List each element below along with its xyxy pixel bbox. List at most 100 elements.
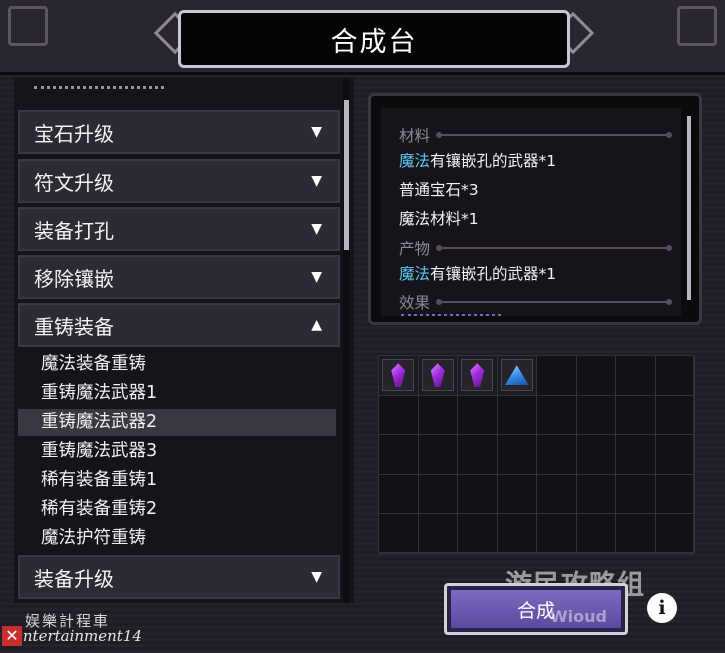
material-line-2: 普通宝石*3 <box>399 181 479 199</box>
category-label: 装备打孔 <box>34 218 114 243</box>
effect-header: 效果 <box>399 294 431 312</box>
item-frame <box>500 359 533 392</box>
recipe-item[interactable]: 魔法护符重铸 <box>18 525 336 552</box>
grid-slot[interactable] <box>655 395 695 436</box>
grid-slot[interactable] <box>616 514 656 554</box>
grid-slot[interactable] <box>497 514 537 554</box>
grid-slot[interactable] <box>379 514 419 554</box>
ingredient-grid <box>378 355 695 554</box>
grid-slot[interactable] <box>576 474 616 515</box>
item-frame <box>421 359 454 392</box>
grid-slot[interactable] <box>458 395 498 436</box>
grid-slot[interactable] <box>537 474 577 515</box>
purple-gem-icon <box>391 363 406 388</box>
category-label: 装备升级 <box>34 566 114 591</box>
grid-slot[interactable] <box>458 356 498 396</box>
grid-slot[interactable] <box>497 395 537 436</box>
grid-slot[interactable] <box>655 474 695 515</box>
category-reforge-equipment[interactable]: 重铸装备 ▲ <box>18 303 340 347</box>
grid-slot[interactable] <box>418 435 458 475</box>
grid-slot[interactable] <box>458 435 498 475</box>
chevron-up-icon: ▲ <box>311 317 322 333</box>
grid-slot[interactable] <box>497 474 537 515</box>
grid-slot[interactable] <box>497 435 537 475</box>
grid-slot[interactable] <box>537 514 577 554</box>
purple-gem-icon <box>430 363 445 388</box>
grid-slot[interactable] <box>616 356 656 396</box>
close-icon[interactable]: ✕ <box>2 626 22 646</box>
grid-slot[interactable] <box>458 474 498 515</box>
materials-section-header: 材料 <box>399 124 673 146</box>
grid-slot[interactable] <box>616 474 656 515</box>
watermark-subtext: Wioud <box>550 607 607 626</box>
details-scroll-thumb[interactable] <box>687 116 691 300</box>
grid-slot[interactable] <box>418 395 458 436</box>
section-divider <box>436 299 673 305</box>
credit-en: entertainment14 <box>14 627 142 645</box>
title-bar: 合成台 <box>178 10 570 68</box>
category-rune-upgrade[interactable]: 符文升级 ▼ <box>18 159 340 203</box>
grid-slot[interactable] <box>576 356 616 396</box>
clipped-text-below <box>401 314 501 316</box>
grid-slot[interactable] <box>537 435 577 475</box>
grid-slot[interactable] <box>655 435 695 475</box>
recipe-details-content[interactable]: 材料 魔法有镶嵌孔的武器*1 普通宝石*3 魔法材料*1 产物 魔法有镶嵌孔的武… <box>381 108 681 316</box>
grid-slot[interactable] <box>418 514 458 554</box>
category-equipment-upgrade[interactable]: 装备升级 ▼ <box>18 555 340 599</box>
grid-slot[interactable] <box>655 514 695 554</box>
product-line-1: 魔法有镶嵌孔的武器*1 <box>399 262 556 284</box>
grid-slot[interactable] <box>576 514 616 554</box>
grid-slot[interactable] <box>497 356 537 396</box>
grid-slot[interactable] <box>379 356 419 396</box>
material-text: 有镶嵌孔的武器*1 <box>430 152 557 170</box>
category-label: 重铸装备 <box>34 314 114 339</box>
recipe-item[interactable]: 稀有装备重铸2 <box>18 496 336 523</box>
right-corner-ornament <box>677 6 717 46</box>
section-divider <box>436 132 673 138</box>
grid-slot[interactable] <box>379 474 419 515</box>
chevron-down-icon: ▼ <box>311 173 322 189</box>
recipe-item[interactable]: 重铸魔法武器1 <box>18 380 336 407</box>
chevron-down-icon: ▼ <box>311 124 322 140</box>
category-label: 宝石升级 <box>34 121 114 146</box>
recipe-details-panel: 材料 魔法有镶嵌孔的武器*1 普通宝石*3 魔法材料*1 产物 魔法有镶嵌孔的武… <box>368 93 702 325</box>
recipe-list-panel[interactable]: 宝石升级 ▼ 符文升级 ▼ 装备打孔 ▼ 移除镶嵌 ▼ 重铸装备 ▲ 魔法装备重… <box>14 78 354 603</box>
item-frame <box>382 359 415 392</box>
chevron-down-icon: ▼ <box>311 221 322 237</box>
clipped-text-above <box>411 108 531 113</box>
effect-section-header: 效果 <box>399 291 673 313</box>
category-label: 移除镶嵌 <box>34 266 114 291</box>
recipe-list-scroll-thumb[interactable] <box>344 100 349 250</box>
materials-header: 材料 <box>399 127 431 145</box>
grid-slot[interactable] <box>616 395 656 436</box>
item-frame <box>461 359 494 392</box>
grid-slot[interactable] <box>379 435 419 475</box>
grid-slot[interactable] <box>576 395 616 436</box>
grid-slot[interactable] <box>576 435 616 475</box>
category-remove-inlay[interactable]: 移除镶嵌 ▼ <box>18 255 340 299</box>
grid-slot[interactable] <box>655 356 695 396</box>
grid-slot[interactable] <box>616 435 656 475</box>
recipe-item[interactable]: 稀有装备重铸1 <box>18 467 336 494</box>
category-label: 符文升级 <box>34 170 114 195</box>
grid-slot[interactable] <box>537 395 577 436</box>
left-corner-ornament <box>8 6 48 46</box>
clipped-item-above <box>34 86 164 95</box>
info-icon[interactable]: i <box>647 593 677 623</box>
grid-slot[interactable] <box>458 514 498 554</box>
material-line-1: 魔法有镶嵌孔的武器*1 <box>399 149 556 171</box>
material-line-3: 魔法材料*1 <box>399 210 479 228</box>
purple-gem-icon <box>470 363 485 388</box>
recipe-item[interactable]: 重铸魔法武器3 <box>18 438 336 465</box>
recipe-item-selected[interactable]: 重铸魔法武器2 <box>18 409 336 436</box>
category-gem-upgrade[interactable]: 宝石升级 ▼ <box>18 110 340 154</box>
recipe-item[interactable]: 魔法装备重铸 <box>18 351 336 378</box>
category-socket-equipment[interactable]: 装备打孔 ▼ <box>18 207 340 251</box>
chevron-down-icon: ▼ <box>311 269 322 285</box>
grid-slot[interactable] <box>537 356 577 396</box>
grid-slot[interactable] <box>418 474 458 515</box>
section-divider <box>436 245 673 251</box>
grid-slot[interactable] <box>418 356 458 396</box>
grid-slot[interactable] <box>379 395 419 436</box>
window-title: 合成台 <box>330 26 418 58</box>
